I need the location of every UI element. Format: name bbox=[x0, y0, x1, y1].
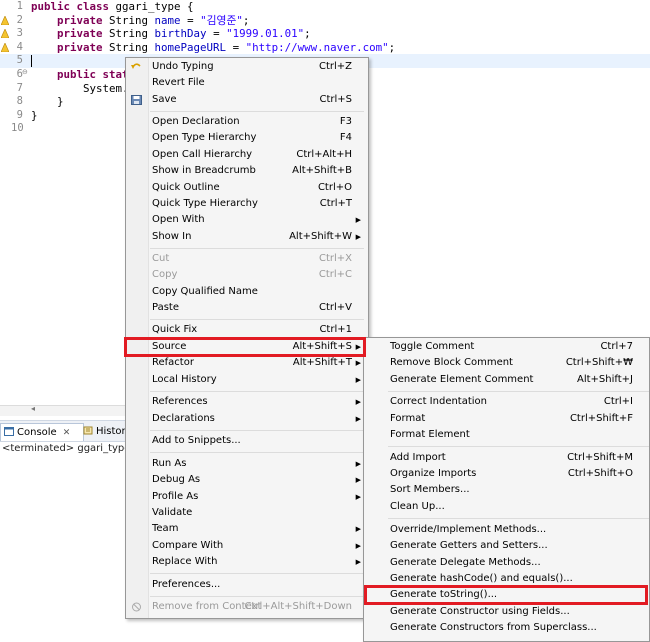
submenu-arrow-icon: ▶ bbox=[355, 459, 361, 468]
submenu-arrow-icon: ▶ bbox=[355, 359, 361, 368]
menu-item-override-implement-methods[interactable]: Override/Implement Methods... bbox=[364, 522, 649, 538]
menu-item-compare-with[interactable]: Compare With ▶ bbox=[126, 538, 368, 554]
highlight-box-generate-tostring bbox=[364, 585, 648, 605]
menu-item-refactor[interactable]: Refactor Alt+Shift+T ▶ bbox=[126, 355, 368, 371]
submenu-arrow-icon: ▶ bbox=[355, 525, 361, 534]
submenu-arrow-icon: ▶ bbox=[355, 414, 361, 423]
warning-marker-icon[interactable] bbox=[1, 15, 9, 25]
menu-item-open-type-hierarchy[interactable]: Open Type Hierarchy F4 bbox=[126, 130, 368, 146]
highlight-box-source bbox=[124, 337, 366, 357]
line-number: 2 bbox=[16, 13, 23, 26]
menu-item-remove-block-comment[interactable]: Remove Block Comment Ctrl+Shift+₩ bbox=[364, 355, 649, 371]
fold-toggle-icon[interactable]: ⊖ bbox=[22, 68, 28, 76]
warning-marker-icon[interactable] bbox=[1, 29, 9, 39]
submenu-arrow-icon: ▶ bbox=[355, 375, 361, 384]
submenu-arrow-icon: ▶ bbox=[355, 492, 361, 501]
menu-item-declarations[interactable]: Declarations ▶ bbox=[126, 411, 368, 427]
code-line-2: 2 private String name = "김영준"; bbox=[0, 14, 650, 28]
text-caret bbox=[31, 55, 32, 68]
menu-item-team[interactable]: Team ▶ bbox=[126, 521, 368, 537]
menu-item-format-element[interactable]: Format Element bbox=[364, 427, 649, 443]
close-icon[interactable]: ✕ bbox=[63, 428, 71, 438]
menu-item-quick-outline[interactable]: Quick Outline Ctrl+O bbox=[126, 180, 368, 196]
history-icon bbox=[83, 426, 93, 435]
menu-item-generate-constructor-using-fields[interactable]: Generate Constructor using Fields... bbox=[364, 604, 649, 620]
menu-item-save[interactable]: Save Ctrl+S bbox=[126, 92, 368, 108]
menu-item-organize-imports[interactable]: Organize Imports Ctrl+Shift+O bbox=[364, 466, 649, 482]
tab-console[interactable]: Console ✕ bbox=[0, 423, 84, 441]
menu-item-add-to-snippets[interactable]: Add to Snippets... bbox=[126, 433, 368, 449]
menu-item-run-as[interactable]: Run As ▶ bbox=[126, 456, 368, 472]
menu-item-clean-up[interactable]: Clean Up... bbox=[364, 499, 649, 515]
menu-item-undo-typing[interactable]: Undo Typing Ctrl+Z bbox=[126, 59, 368, 75]
menu-item-profile-as[interactable]: Profile As ▶ bbox=[126, 489, 368, 505]
keyword: public class bbox=[31, 0, 110, 13]
line-number: 5 bbox=[16, 54, 23, 67]
undo-icon bbox=[131, 63, 141, 69]
line-number: 1 bbox=[16, 0, 23, 12]
class-name: ggari_type { bbox=[109, 0, 194, 13]
menu-item-open-with[interactable]: Open With ▶ bbox=[126, 212, 368, 228]
menu-item-validate[interactable]: Validate bbox=[126, 505, 368, 521]
line-number: 8 bbox=[16, 95, 23, 108]
remove-context-icon bbox=[132, 602, 141, 612]
code-line-3: 3 private String birthDay = "1999.01.01"… bbox=[0, 27, 650, 41]
code-line-4: 4 private String homePageURL = "http://w… bbox=[0, 41, 650, 55]
menu-item-quick-type-hierarchy[interactable]: Quick Type Hierarchy Ctrl+T bbox=[126, 196, 368, 212]
menu-item-format[interactable]: Format Ctrl+Shift+F bbox=[364, 411, 649, 427]
menu-item-revert-file[interactable]: Revert File bbox=[126, 75, 368, 91]
menu-item-generate-delegate-methods[interactable]: Generate Delegate Methods... bbox=[364, 555, 649, 571]
menu-item-show-in[interactable]: Show In Alt+Shift+W ▶ bbox=[126, 229, 368, 245]
submenu-arrow-icon: ▶ bbox=[355, 476, 361, 485]
code-line-1: 1 public class ggari_type { bbox=[0, 0, 650, 14]
menu-item-correct-indentation[interactable]: Correct Indentation Ctrl+I bbox=[364, 394, 649, 410]
line-number: 10 bbox=[11, 122, 24, 135]
menu-item-copy-qualified-name[interactable]: Copy Qualified Name bbox=[126, 284, 368, 300]
menu-item-open-declaration[interactable]: Open Declaration F3 bbox=[126, 114, 368, 130]
menu-item-open-call-hierarchy[interactable]: Open Call Hierarchy Ctrl+Alt+H bbox=[126, 147, 368, 163]
menu-item-generate-constructors-from-superclass[interactable]: Generate Constructors from Superclass... bbox=[364, 620, 649, 636]
menu-item-local-history[interactable]: Local History ▶ bbox=[126, 372, 368, 388]
menu-item-add-import[interactable]: Add Import Ctrl+Shift+M bbox=[364, 450, 649, 466]
submenu-arrow-icon: ▶ bbox=[355, 541, 361, 550]
menu-item-cut[interactable]: Cut Ctrl+X bbox=[126, 251, 368, 267]
line-number: 9 bbox=[16, 108, 23, 121]
scroll-left-icon[interactable]: ◂ bbox=[31, 404, 35, 413]
menu-item-debug-as[interactable]: Debug As ▶ bbox=[126, 472, 368, 488]
menu-item-toggle-comment[interactable]: Toggle Comment Ctrl+7 bbox=[364, 339, 649, 355]
console-icon bbox=[4, 427, 14, 436]
menu-item-generate-element-comment[interactable]: Generate Element Comment Alt+Shift+J bbox=[364, 372, 649, 388]
menu-item-show-in-breadcrumb[interactable]: Show in Breadcrumb Alt+Shift+B bbox=[126, 163, 368, 179]
submenu-arrow-icon: ▶ bbox=[355, 216, 361, 225]
menu-item-paste[interactable]: Paste Ctrl+V bbox=[126, 300, 368, 316]
menu-item-replace-with[interactable]: Replace With ▶ bbox=[126, 554, 368, 570]
save-icon bbox=[131, 94, 142, 105]
menu-item-preferences[interactable]: Preferences... bbox=[126, 577, 368, 593]
menu-item-references[interactable]: References ▶ bbox=[126, 394, 368, 410]
line-number: 7 bbox=[16, 81, 23, 94]
submenu-arrow-icon: ▶ bbox=[355, 232, 361, 241]
warning-marker-icon[interactable] bbox=[1, 42, 9, 52]
menu-item-copy[interactable]: Copy Ctrl+C bbox=[126, 267, 368, 283]
submenu-arrow-icon: ▶ bbox=[355, 558, 361, 567]
line-number: 4 bbox=[16, 40, 23, 53]
line-number: 3 bbox=[16, 27, 23, 40]
menu-item-remove-from-context[interactable]: Remove from Context Ctrl+Alt+Shift+Down bbox=[126, 599, 368, 615]
submenu-arrow-icon: ▶ bbox=[355, 398, 361, 407]
menu-item-generate-getters-setters[interactable]: Generate Getters and Setters... bbox=[364, 538, 649, 554]
menu-item-sort-members[interactable]: Sort Members... bbox=[364, 482, 649, 498]
